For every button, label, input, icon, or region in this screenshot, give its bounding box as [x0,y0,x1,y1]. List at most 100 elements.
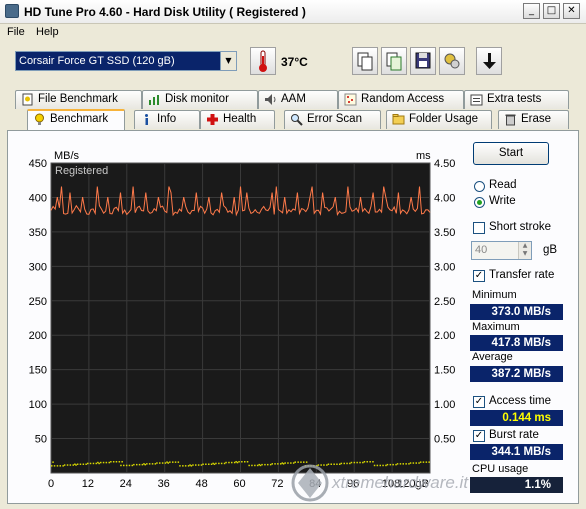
y2-tick-label: 4.00 [434,192,455,204]
access-time-point [235,461,237,463]
access-time-point [205,463,207,465]
access-time-point [184,465,187,467]
read-radio[interactable] [474,181,485,192]
access-time-point [120,464,122,467]
access-time-point [277,463,279,465]
watermark-logo: xtremehardware.it [291,464,469,502]
access-time-point [82,463,85,465]
access-time-point [254,464,256,467]
access-time-value: 0.144 ms [470,410,563,426]
maximum-label: Maximum [472,321,520,333]
y2-tick-label: 3.00 [434,261,455,273]
maximum-value: 417.8 MB/s [470,335,563,351]
access-time-point [59,465,61,467]
access-time-point [210,463,213,465]
access-time-point [87,462,89,465]
access-time-point [169,461,171,463]
access-time-point [236,461,239,464]
access-time-point [218,462,220,465]
y2-tick-label: 2.50 [434,296,455,308]
access-time-point [148,463,151,465]
y-tick-label: 200 [29,330,47,342]
access-time-point [98,462,100,465]
access-time-point [133,463,135,466]
access-time-point [123,464,125,467]
y2-tick-label: 2.00 [434,330,455,342]
burst-rate-label: Burst rate [489,429,539,441]
write-radio[interactable] [474,197,485,208]
access-time-point [172,461,174,463]
y-tick-label: 50 [35,434,47,446]
access-time-point [128,464,131,467]
access-time-point [69,464,72,466]
access-time-point [118,461,121,463]
access-time-point [215,462,217,465]
x-tick-label: 48 [195,478,207,490]
access-time-point [136,463,138,466]
stroke-size-input[interactable]: 40 ▲ ▼ [471,241,532,260]
access-time-point [284,462,286,464]
access-time-point [220,462,223,465]
access-time-point [100,461,102,464]
access-time-point [177,461,180,463]
access-time-point [110,461,112,463]
access-time-point [244,461,246,463]
access-time-point [223,462,226,465]
right-axis-ticks: 4.50 4.00 3.50 3.00 2.50 2.00 1.50 1.00 0.50 [434,158,455,446]
access-time-point [248,464,250,467]
access-time-point [121,461,123,463]
access-time-point [161,462,164,464]
access-time-point [200,464,203,466]
access-time-point [267,463,269,466]
access-time-point [159,462,161,464]
access-time-checkbox[interactable]: ✓ [473,396,485,408]
y2-tick-label: 3.50 [434,227,455,239]
access-time-point [79,463,82,465]
access-time-point [261,463,263,466]
access-time-point [141,463,144,466]
short-stroke-label: Short stroke [489,221,551,233]
transfer-rate-checkbox[interactable]: ✓ [473,270,485,282]
access-time-point [228,461,230,464]
transfer-rate-label: Transfer rate [489,269,555,281]
x-tick-label: 0 [48,478,54,490]
access-time-point [115,461,118,463]
access-time-point [208,463,210,465]
access-time-point [51,465,53,467]
y-tick-label: 100 [29,399,47,411]
spin-arrows-icon[interactable]: ▲ ▼ [518,242,531,259]
access-time-point [179,465,181,467]
access-time-point [187,465,190,467]
access-time-point [202,463,204,465]
left-axis-ticks: 450 400 350 300 250 200 150 100 50 [29,158,47,446]
access-time-point [192,464,194,466]
minimum-value: 373.0 MB/s [470,304,563,320]
access-time-point [95,462,97,465]
burst-rate-checkbox[interactable]: ✓ [473,430,485,442]
access-time-point [271,463,273,465]
write-label: Write [489,195,516,207]
access-time-point [182,465,184,467]
access-time-point [269,463,272,466]
access-time-point [174,461,177,463]
stroke-size-value: 40 [475,244,488,256]
access-time-point [108,461,110,464]
access-time-point [92,462,95,465]
access-time-point [212,462,214,465]
short-stroke-checkbox[interactable] [473,222,485,234]
y-tick-label: 400 [29,192,47,204]
access-time-point [62,465,64,467]
start-button[interactable]: Start [473,142,549,165]
access-time-point [66,464,69,466]
read-label: Read [489,179,517,191]
y-tick-label: 150 [29,365,47,377]
y-tick-label: 350 [29,227,47,239]
access-time-point [195,464,197,466]
access-time-point [190,465,193,467]
access-time-point [89,462,92,465]
access-time-point [154,463,157,465]
access-time-point [105,461,108,464]
access-time-point [131,464,133,467]
access-time-label: Access time [489,395,551,407]
access-time-point [256,464,259,467]
